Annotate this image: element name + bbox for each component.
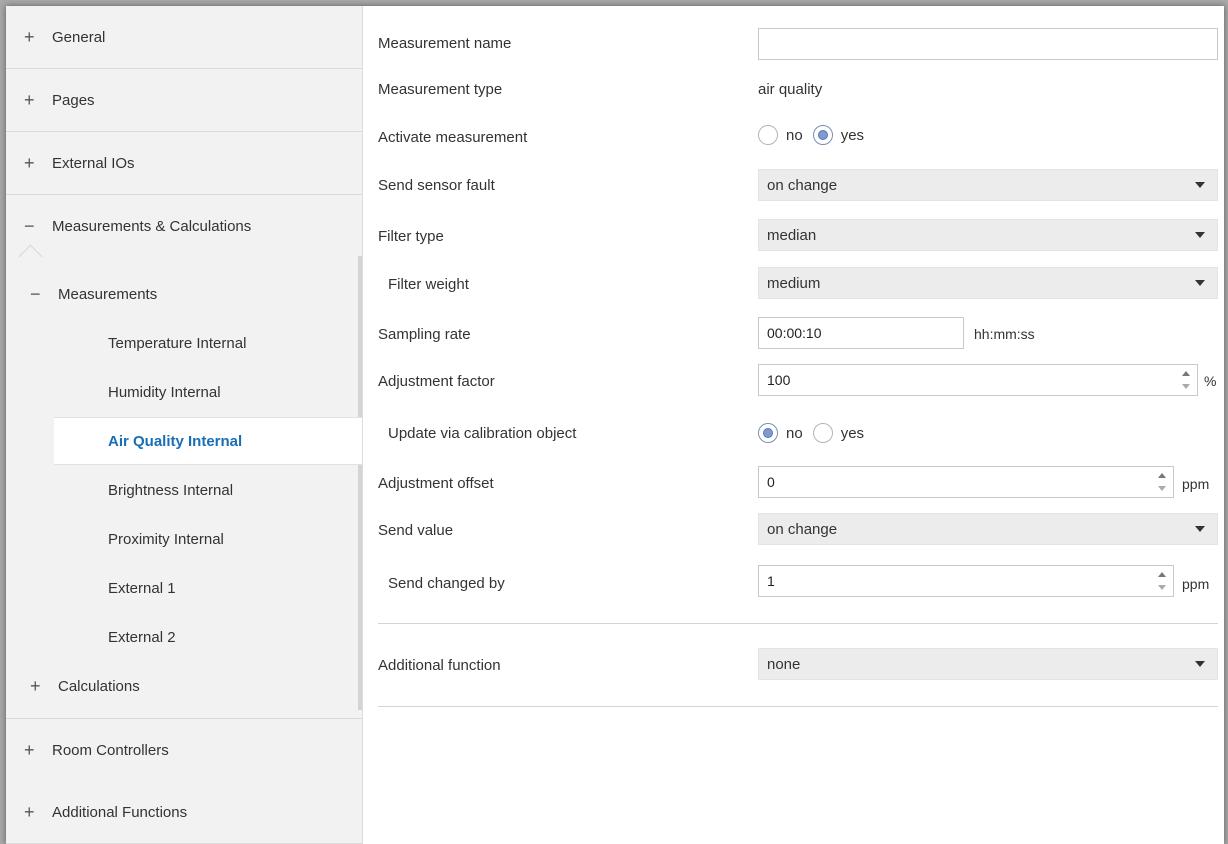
collapse-icon: − — [24, 215, 35, 236]
sidebar-item-measurements[interactable]: − Measurements — [6, 270, 358, 318]
expand-icon: + — [24, 801, 35, 822]
input-value: 0 — [767, 474, 775, 490]
chevron-down-icon — [1195, 232, 1205, 238]
measurement-type-value: air quality — [758, 81, 823, 98]
sidebar-item-label: Pages — [52, 91, 95, 109]
sidebar-item-measurements-calculations[interactable]: − Measurements & Calculations — [6, 195, 362, 258]
expand-icon: + — [24, 152, 35, 173]
update-via-calibration-radio-group: no yes — [758, 423, 874, 443]
chevron-down-icon — [1195, 661, 1205, 667]
measurement-type-label: Measurement type — [378, 81, 503, 98]
sidebar-item-general[interactable]: + General — [6, 6, 362, 69]
divider — [378, 623, 1218, 624]
expand-icon: + — [30, 675, 41, 696]
divider — [378, 706, 1218, 707]
sidebar-item-air-quality-internal[interactable]: Air Quality Internal — [54, 417, 362, 465]
sidebar-item-pages[interactable]: + Pages — [6, 69, 362, 132]
send-sensor-fault-select[interactable]: on change — [758, 169, 1218, 201]
adjustment-offset-label: Adjustment offset — [378, 475, 494, 492]
activate-no-label: no — [786, 126, 803, 144]
sidebar-item-label: Measurements & Calculations — [52, 217, 252, 235]
adjustment-factor-input[interactable]: 100 — [758, 364, 1198, 396]
filter-type-label: Filter type — [378, 228, 444, 245]
activate-yes-label: yes — [840, 126, 865, 144]
sidebar-item-label: General — [52, 28, 106, 46]
send-value-select[interactable]: on change — [758, 513, 1218, 545]
sidebar-item-label: Additional Functions — [52, 803, 188, 821]
expand-icon: + — [24, 739, 35, 760]
chevron-down-icon — [1195, 526, 1205, 532]
calibration-no-label: no — [786, 424, 803, 442]
expand-icon: + — [24, 26, 35, 47]
adjustment-factor-label: Adjustment factor — [378, 373, 495, 390]
activate-measurement-radio-group: no yes — [758, 125, 874, 145]
calibration-yes-radio[interactable] — [812, 423, 833, 443]
sidebar-item-calculations[interactable]: + Calculations — [6, 662, 358, 710]
select-value: medium — [767, 274, 821, 292]
send-changed-by-unit: ppm — [1182, 576, 1210, 592]
spin-arrows-icon[interactable] — [1157, 471, 1167, 493]
sidebar-item-room-controllers[interactable]: + Room Controllers — [6, 718, 362, 782]
sidebar-item-external-ios[interactable]: + External IOs — [6, 132, 362, 195]
select-value: none — [767, 655, 801, 673]
sidebar-item-label: External IOs — [52, 154, 135, 172]
send-changed-by-label: Send changed by — [388, 575, 505, 592]
filter-weight-label: Filter weight — [388, 276, 469, 293]
sampling-rate-unit: hh:mm:ss — [974, 326, 1035, 342]
filter-weight-select[interactable]: medium — [758, 267, 1218, 299]
expand-icon: + — [24, 89, 35, 110]
sidebar-item-label: Calculations — [58, 677, 140, 695]
input-value: 100 — [767, 372, 791, 388]
select-value: on change — [767, 176, 838, 194]
chevron-down-icon — [1195, 280, 1205, 286]
sampling-rate-input[interactable]: 00:00:10 — [758, 317, 964, 349]
measurement-name-label: Measurement name — [378, 35, 512, 52]
parameter-form: Measurement name Measurement type air qu… — [362, 6, 1224, 844]
calibration-no-radio[interactable] — [758, 423, 778, 443]
additional-function-label: Additional function — [378, 657, 501, 674]
activate-measurement-label: Activate measurement — [378, 129, 528, 146]
spin-arrows-icon[interactable] — [1181, 369, 1191, 391]
select-value: on change — [767, 520, 838, 538]
sampling-rate-label: Sampling rate — [378, 326, 471, 343]
activate-no-radio[interactable] — [758, 125, 778, 145]
send-value-label: Send value — [378, 522, 454, 539]
calibration-yes-label: yes — [840, 424, 865, 442]
adjustment-offset-input[interactable]: 0 — [758, 466, 1174, 498]
measurement-name-input[interactable] — [758, 28, 1218, 60]
spin-arrows-icon[interactable] — [1157, 570, 1167, 592]
adjustment-offset-unit: ppm — [1182, 476, 1210, 492]
adjustment-factor-unit: % — [1204, 373, 1217, 389]
update-via-calibration-label: Update via calibration object — [388, 425, 577, 442]
sidebar-nav: + General + Pages + External IOs − Measu… — [6, 6, 363, 844]
collapse-icon: − — [30, 283, 41, 304]
sidebar-item-additional-functions[interactable]: + Additional Functions — [6, 781, 362, 844]
send-changed-by-input[interactable]: 1 — [758, 565, 1174, 597]
filter-type-select[interactable]: median — [758, 219, 1218, 251]
sidebar-item-label: Room Controllers — [52, 741, 169, 759]
activate-yes-radio[interactable] — [812, 125, 833, 145]
input-value: 1 — [767, 573, 775, 589]
additional-function-select[interactable]: none — [758, 648, 1218, 680]
sidebar-item-label: Measurements — [58, 285, 158, 303]
chevron-down-icon — [1195, 182, 1205, 188]
select-value: median — [767, 226, 817, 244]
send-sensor-fault-label: Send sensor fault — [378, 177, 495, 194]
window: + General + Pages + External IOs − Measu… — [6, 6, 1224, 844]
